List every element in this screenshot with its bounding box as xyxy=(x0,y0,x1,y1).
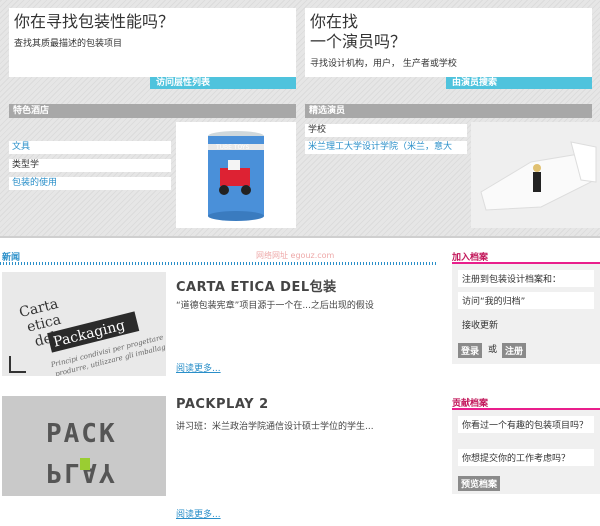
list-item-label: 学校 xyxy=(308,125,327,135)
login-button[interactable]: 登录 xyxy=(458,343,483,358)
tube-toys-label: TUBE TOYS xyxy=(216,144,250,151)
article-1-desc: “道德包装宪章”项目源于一个在...之后出现的假设 xyxy=(176,301,374,311)
watermark-logo: 网络网址 egouz.com xyxy=(256,251,335,260)
top-separator xyxy=(0,236,600,238)
list-item[interactable]: 包装的使用 xyxy=(9,177,171,190)
register-button[interactable]: 注册 xyxy=(502,343,527,358)
join-item-register[interactable]: 注册到包装设计档案和： xyxy=(458,270,594,287)
join-item-my-archive[interactable]: 访问“我的归档” xyxy=(458,292,594,309)
or-label: 或 xyxy=(488,345,498,355)
right-hero-subtitle: 寻找设计机构，用户， 生产者或学校 xyxy=(310,59,457,69)
article-2-read-more[interactable]: 阅读更多... xyxy=(176,507,221,520)
white-product-icon xyxy=(480,141,597,211)
svg-text:PACK: PACK xyxy=(46,419,117,449)
list-item[interactable]: 类型学 xyxy=(9,159,171,172)
left-hero: 你在寻找包装性能吗？ 查找其质最描述的包装项目 xyxy=(9,8,296,77)
list-item[interactable]: 学校 xyxy=(305,124,467,137)
list-item-label: 包装的使用 xyxy=(12,178,58,188)
article-1-title[interactable]: CARTA ETICA DEL包装 xyxy=(176,276,337,295)
actor-product-photo[interactable] xyxy=(471,122,600,228)
packplay-cover-icon: PACK PLAY xyxy=(46,419,117,487)
list-item[interactable]: 米兰理工大学设计学院（米兰，意大 xyxy=(305,141,467,154)
list-item-label: 类型学 xyxy=(12,160,40,170)
article-1-image[interactable]: Carta etica del Packaging Principi condi… xyxy=(2,272,166,376)
news-divider xyxy=(0,262,436,265)
left-hero-title: 你在寻找包装性能吗？ xyxy=(14,12,175,31)
article-1-read-more[interactable]: 阅读更多... xyxy=(176,361,221,374)
tube-toys-icon xyxy=(208,131,264,221)
join-item-updates: 接收更新 xyxy=(462,321,499,331)
submit-archive-button[interactable]: 预览档案 xyxy=(458,476,501,491)
list-item-label: 文具 xyxy=(12,142,31,152)
contribute-item-2[interactable]: 你想提交你的工作考虑吗？ xyxy=(458,449,594,466)
carta-etica-cover-icon: Carta etica del Packaging Principi condi… xyxy=(9,296,166,376)
visit-attribute-list-button[interactable]: 访问层性列表 xyxy=(150,77,296,89)
tube-toys-product-image[interactable]: TUBE TOYS xyxy=(176,122,296,228)
article-2-desc: 讲习班：米兰政治学院通信设计硕士学位的学生... xyxy=(176,422,374,432)
right-hero: 你在找 一个演员吗？ 寻找设计机构，用户， 生产者或学校 xyxy=(305,8,592,77)
list-item[interactable]: 文具 xyxy=(9,141,171,154)
right-hero-title-1: 你在找 xyxy=(310,12,359,31)
contribute-item-1[interactable]: 你看过一个有趣的包装项目吗？ xyxy=(458,416,594,433)
left-hero-subtitle: 查找其质最描述的包装项目 xyxy=(14,39,123,49)
featured-header: 特色酒店 xyxy=(9,104,296,118)
right-hero-title-2: 一个演员吗？ xyxy=(310,32,407,51)
search-by-actor-button[interactable]: 由演员搜索 xyxy=(446,77,592,89)
featured-actors-header: 精选演员 xyxy=(305,104,592,118)
article-2-title[interactable]: PACKPLAY 2 xyxy=(176,397,269,412)
article-2-image[interactable]: PACK PLAY xyxy=(2,396,166,496)
list-item-label: 米兰理工大学设计学院（米兰，意大 xyxy=(308,142,453,152)
